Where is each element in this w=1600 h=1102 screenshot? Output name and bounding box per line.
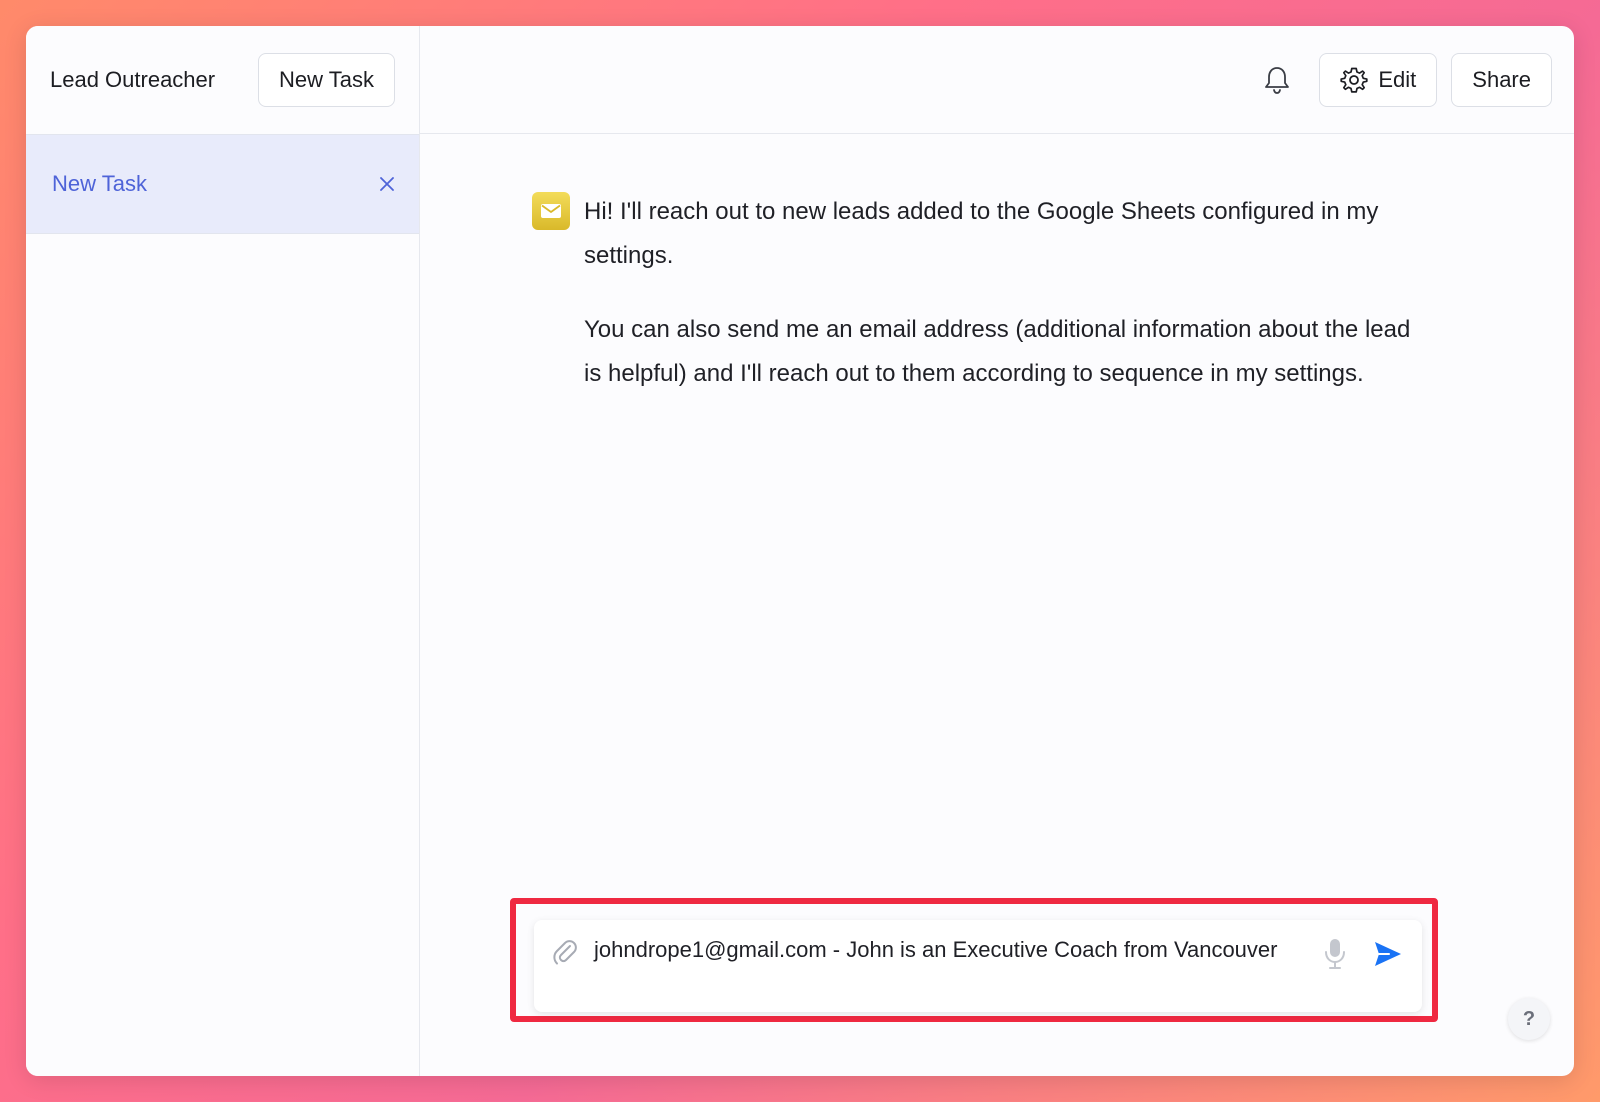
assistant-message: Hi! I'll reach out to new leads added to… (532, 190, 1432, 426)
message-paragraph: You can also send me an email address (a… (584, 316, 1411, 387)
send-icon[interactable] (1372, 938, 1404, 970)
mail-icon (532, 192, 570, 230)
sidebar: Lead Outreacher New Task New Task (26, 26, 420, 1076)
topbar: Edit Share (420, 26, 1574, 134)
edit-label: Edit (1378, 66, 1417, 92)
message-body: Hi! I'll reach out to new leads added to… (584, 190, 1432, 426)
share-button[interactable]: Share (1451, 52, 1552, 107)
message-composer[interactable]: johndrope1@gmail.com - John is an Execut… (534, 920, 1422, 1012)
gear-icon (1340, 66, 1369, 94)
help-icon[interactable]: ? (1508, 998, 1550, 1040)
paperclip-icon[interactable] (552, 938, 578, 968)
bell-icon[interactable] (1255, 58, 1299, 102)
sidebar-header: Lead Outreacher New Task (26, 26, 419, 134)
task-label: New Task (52, 171, 147, 196)
new-task-button[interactable]: New Task (258, 53, 395, 107)
app-window: Lead Outreacher New Task New Task Edit S… (26, 26, 1574, 1076)
sidebar-task-item[interactable]: New Task (26, 134, 419, 234)
microphone-icon[interactable] (1320, 936, 1350, 972)
message-paragraph: Hi! I'll reach out to new leads added to… (584, 198, 1379, 269)
main-panel: Edit Share Hi! I'll reach out to new lea… (420, 26, 1574, 1076)
close-icon[interactable] (377, 174, 397, 194)
message-input[interactable]: johndrope1@gmail.com - John is an Execut… (594, 934, 1304, 966)
app-title: Lead Outreacher (50, 67, 216, 92)
edit-button[interactable]: Edit (1319, 52, 1438, 107)
